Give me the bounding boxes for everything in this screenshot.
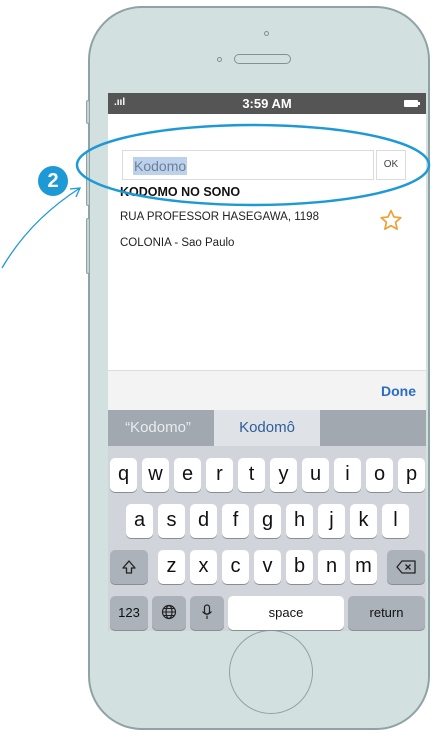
shift-key[interactable]: [110, 550, 148, 584]
key-k[interactable]: k: [350, 504, 377, 538]
key-c[interactable]: c: [222, 550, 249, 584]
key-l[interactable]: l: [382, 504, 409, 538]
globe-icon: [161, 604, 177, 620]
keyboard: q w e r t y u i o p a s d f g h j k l z …: [108, 446, 426, 631]
key-g[interactable]: g: [254, 504, 281, 538]
return-key[interactable]: return: [348, 596, 425, 630]
key-i[interactable]: i: [334, 458, 361, 492]
sensor-dot: [217, 57, 222, 62]
key-n[interactable]: n: [318, 550, 345, 584]
earpiece-speaker: [234, 54, 291, 64]
highlight-oval: [75, 123, 431, 207]
mic-key[interactable]: [190, 596, 224, 630]
key-b[interactable]: b: [286, 550, 313, 584]
delete-icon: [396, 560, 416, 574]
key-w[interactable]: w: [142, 458, 169, 492]
key-z[interactable]: z: [158, 550, 185, 584]
suggestion-bar: “Kodomo” Kodomô: [108, 410, 426, 446]
key-x[interactable]: x: [190, 550, 217, 584]
result-district: COLONIA - Sao Paulo: [120, 237, 235, 249]
done-button[interactable]: Done: [381, 383, 416, 399]
key-y[interactable]: y: [270, 458, 297, 492]
key-q[interactable]: q: [110, 458, 137, 492]
globe-key[interactable]: [152, 596, 186, 630]
key-m[interactable]: m: [350, 550, 377, 584]
keyboard-accessory-bar: Done: [108, 370, 426, 410]
return-key-label: return: [369, 605, 404, 620]
key-j[interactable]: j: [318, 504, 345, 538]
key-r[interactable]: r: [206, 458, 233, 492]
numbers-key[interactable]: 123: [110, 596, 148, 630]
space-key[interactable]: space: [228, 596, 344, 630]
status-time: 3:59 AM: [242, 96, 292, 111]
key-u[interactable]: u: [302, 458, 329, 492]
home-button[interactable]: [229, 630, 313, 714]
key-t[interactable]: t: [238, 458, 265, 492]
front-camera: [264, 31, 269, 36]
status-bar: .ııl 3:59 AM: [108, 93, 426, 114]
key-h[interactable]: h: [286, 504, 313, 538]
battery-icon: [404, 100, 420, 107]
key-o[interactable]: o: [366, 458, 393, 492]
key-p[interactable]: p: [398, 458, 425, 492]
suggestion-accent[interactable]: Kodomô: [214, 410, 320, 446]
key-f[interactable]: f: [222, 504, 249, 538]
space-key-label: space: [268, 605, 304, 620]
shift-icon: [122, 560, 136, 574]
key-d[interactable]: d: [190, 504, 217, 538]
step-badge: 2: [38, 166, 68, 196]
delete-key[interactable]: [387, 550, 425, 584]
numbers-key-label: 123: [118, 605, 140, 620]
key-v[interactable]: v: [254, 550, 281, 584]
suggestion-literal[interactable]: “Kodomo”: [108, 410, 208, 446]
key-s[interactable]: s: [158, 504, 185, 538]
key-e[interactable]: e: [174, 458, 201, 492]
mic-icon: [202, 604, 212, 619]
key-a[interactable]: a: [126, 504, 153, 538]
